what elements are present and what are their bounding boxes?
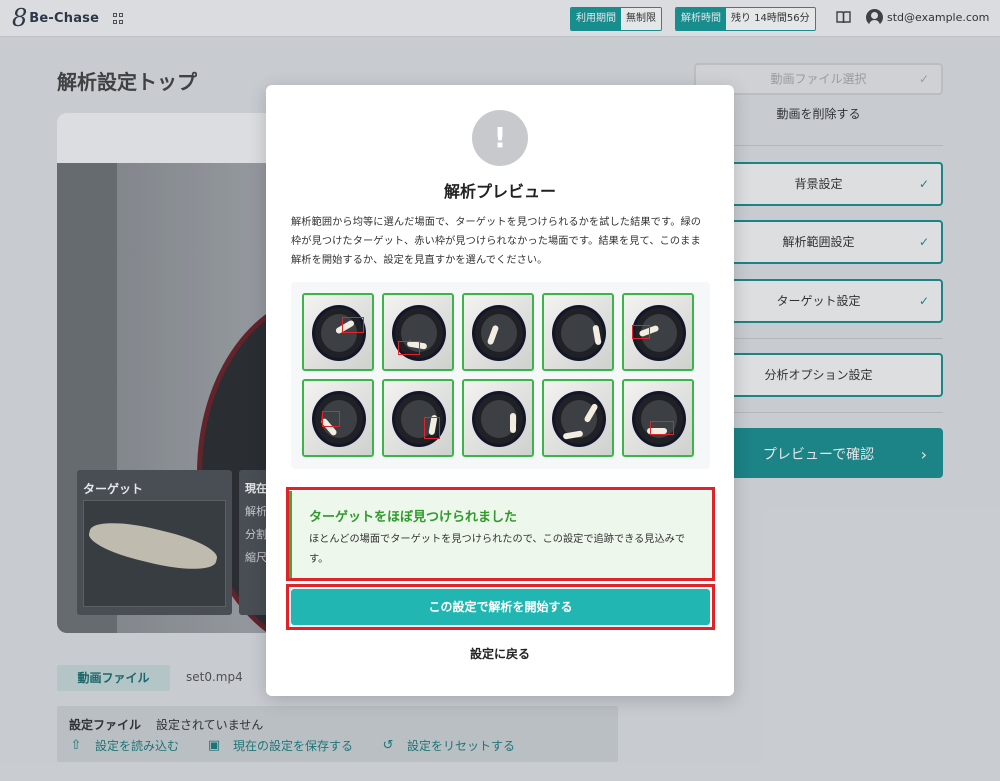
- preview-frames-grid: [291, 282, 710, 469]
- preview-frame[interactable]: [542, 379, 614, 457]
- preview-frame[interactable]: [382, 293, 454, 371]
- preview-frame[interactable]: [302, 379, 374, 457]
- modal-description: 解析範囲から均等に選んだ場面で、ターゲットを見つけられるかを試した結果です。緑の…: [291, 217, 702, 266]
- modal-title: 解析プレビュー: [443, 182, 556, 201]
- warning-icon: !: [472, 110, 528, 166]
- preview-frame[interactable]: [462, 379, 534, 457]
- preview-frame[interactable]: [542, 293, 614, 371]
- preview-frame[interactable]: [302, 293, 374, 371]
- preview-frame[interactable]: [462, 293, 534, 371]
- preview-modal: ! 解析プレビュー 解析範囲から均等に選んだ場面で、ターゲットを見つけられるかを…: [266, 85, 734, 696]
- back-to-settings-link[interactable]: 設定に戻る: [266, 645, 734, 662]
- highlight-box: [286, 487, 715, 581]
- highlight-box: [286, 584, 715, 630]
- preview-frame[interactable]: [622, 293, 694, 371]
- preview-frame[interactable]: [382, 379, 454, 457]
- preview-frame[interactable]: [622, 379, 694, 457]
